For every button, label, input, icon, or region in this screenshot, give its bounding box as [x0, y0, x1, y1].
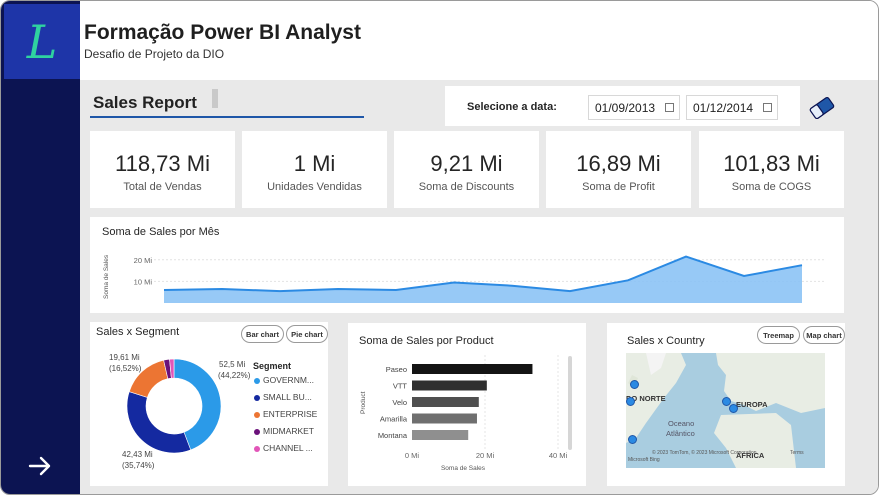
date-slicer-label: Selecione a data:: [467, 101, 557, 113]
callout-government-pct: (44,22%): [218, 371, 251, 380]
world-map[interactable]: DO NORTE EUROPA Oceano Atlântico ÁFRICA …: [626, 353, 825, 468]
kpi-label: Soma de Discounts: [418, 181, 515, 193]
category-label: VTT: [393, 382, 408, 391]
bar-montana: [412, 430, 469, 440]
dashboard-frame: L Formação Power BI Analyst Desafio de P…: [0, 0, 879, 495]
bar-vtt: [412, 380, 487, 391]
sidebar: L: [1, 1, 80, 494]
category-label: Velo: [392, 398, 407, 407]
kpi-label: Unidades Vendidas: [267, 181, 362, 193]
map-bubble[interactable]: [626, 397, 635, 406]
kpi-label: Soma de Profit: [582, 181, 655, 193]
y-axis-label: Soma de Sales: [103, 254, 110, 299]
legend-item[interactable]: ENTERPRISE: [254, 409, 317, 419]
legend-label: MIDMARKET: [263, 426, 314, 436]
callout-government-value: 52,5 Mi: [219, 360, 246, 369]
callout-small-business-pct: (35,74%): [122, 461, 155, 470]
page-subtitle: Desafio de Projeto da DIO: [84, 47, 225, 61]
line-chart-card: Soma de Sales por Mês 10 Mi 20 Mi Soma de …: [90, 217, 844, 313]
callout-enterprise-pct: (16,52%): [109, 364, 142, 373]
category-label: Amarilla: [380, 415, 408, 424]
bar-velo: [412, 397, 479, 407]
country-card: Sales x Country Treemap Map chart DO NOR…: [607, 323, 845, 486]
map-bubble[interactable]: [729, 404, 738, 413]
y-axis-label: Product: [360, 391, 367, 414]
category-label: Montana: [378, 431, 408, 440]
page-title: Formação Power BI Analyst: [84, 21, 361, 44]
kpi-value: 16,89 Mi: [576, 151, 661, 176]
scrollbar: [568, 356, 572, 450]
calendar-icon[interactable]: [763, 103, 772, 112]
kpi-value: 101,83 Mi: [723, 151, 820, 176]
kpi-card-total-vendas: 118,73 Mi Total de Vendas: [90, 131, 235, 208]
legend-dot: [254, 428, 260, 435]
legend-dot: [254, 377, 260, 384]
kpi-card-unidades-vendidas: 1 Mi Unidades Vendidas: [242, 131, 387, 208]
line-chart: 10 Mi 20 Mi Soma de Sales: [103, 254, 826, 303]
map-terms-link[interactable]: Terms: [790, 450, 804, 456]
report-title-underline: [90, 116, 364, 118]
map-label-europe: EUROPA: [736, 400, 768, 409]
x-tick-label: 0 Mi: [405, 451, 420, 460]
calendar-icon[interactable]: [665, 103, 674, 112]
x-tick-label: 40 Mi: [549, 451, 568, 460]
country-title: Sales x Country: [627, 335, 705, 347]
map-chart-button[interactable]: Map chart: [803, 326, 845, 344]
legend-item[interactable]: MIDMARKET: [254, 426, 314, 436]
x-axis-label: Soma de Sales: [441, 465, 486, 472]
y-tick-label: 10 Mi: [134, 277, 153, 286]
map-label-atlantic: Atlântico: [666, 429, 695, 438]
callout-enterprise-value: 19,61 Mi: [109, 353, 140, 362]
eraser-icon[interactable]: [807, 95, 837, 121]
legend-label: ENTERPRISE: [263, 409, 318, 419]
header: Formação Power BI Analyst Desafio de Pro…: [80, 1, 878, 80]
category-label: Paseo: [386, 365, 407, 374]
y-tick-label: 20 Mi: [134, 256, 153, 265]
map-bubble[interactable]: [630, 380, 639, 389]
kpi-value: 9,21 Mi: [430, 151, 503, 176]
legend-label: CHANNEL ...: [263, 443, 313, 453]
callout-small-business-value: 42,43 Mi: [122, 450, 153, 459]
map-bubble[interactable]: [628, 435, 637, 444]
legend-title: Segment: [253, 361, 292, 371]
x-tick-label: 20 Mi: [476, 451, 495, 460]
legend-dot: [254, 445, 260, 452]
arrow-right-icon[interactable]: [27, 453, 53, 479]
start-date-input[interactable]: 01/09/2013: [588, 95, 680, 120]
product-bar-chart: 0 Mi 20 Mi 40 Mi Paseo VTT Velo Amarilla Montan…: [360, 355, 572, 472]
kpi-card-cogs: 101,83 Mi Soma de COGS: [699, 131, 844, 208]
legend-item[interactable]: GOVERNM...: [254, 375, 314, 385]
legend-dot: [254, 394, 260, 401]
end-date-value: 01/12/2014: [693, 100, 754, 115]
legend-dot: [254, 411, 260, 418]
legend-item[interactable]: SMALL BU...: [254, 392, 312, 402]
map-brand: Microsoft Bing: [628, 457, 660, 463]
treemap-button[interactable]: Treemap: [757, 326, 800, 344]
bar-amarilla: [412, 413, 477, 424]
kpi-value: 1 Mi: [293, 151, 336, 176]
kpi-value: 118,73 Mi: [115, 151, 210, 176]
kpi-card-profit: 16,89 Mi Soma de Profit: [546, 131, 691, 208]
donut-slice-small-business: [126, 391, 192, 454]
logo-letter: L: [26, 14, 58, 69]
end-date-input[interactable]: 01/12/2014: [686, 95, 778, 120]
kpi-label: Total de Vendas: [123, 181, 202, 193]
map-attribution: © 2023 TomTom, © 2023 Microsoft Corporat…: [652, 450, 757, 456]
report-title-marker: [212, 89, 218, 108]
legend-item[interactable]: CHANNEL ...: [254, 443, 313, 453]
product-card: Soma de Sales por Product 0 Mi 20 Mi 40 Mi…: [348, 323, 586, 486]
kpi-label: Soma de COGS: [731, 181, 812, 193]
start-date-value: 01/09/2013: [595, 100, 656, 115]
report-title: Sales Report: [93, 93, 197, 112]
kpi-card-discounts: 9,21 Mi Soma de Discounts: [394, 131, 539, 208]
legend-label: GOVERNM...: [263, 375, 315, 385]
map-label-ocean: Oceano: [668, 419, 695, 428]
bar-paseo: [412, 364, 533, 374]
logo: L: [4, 4, 80, 79]
legend-label: SMALL BU...: [263, 392, 312, 402]
